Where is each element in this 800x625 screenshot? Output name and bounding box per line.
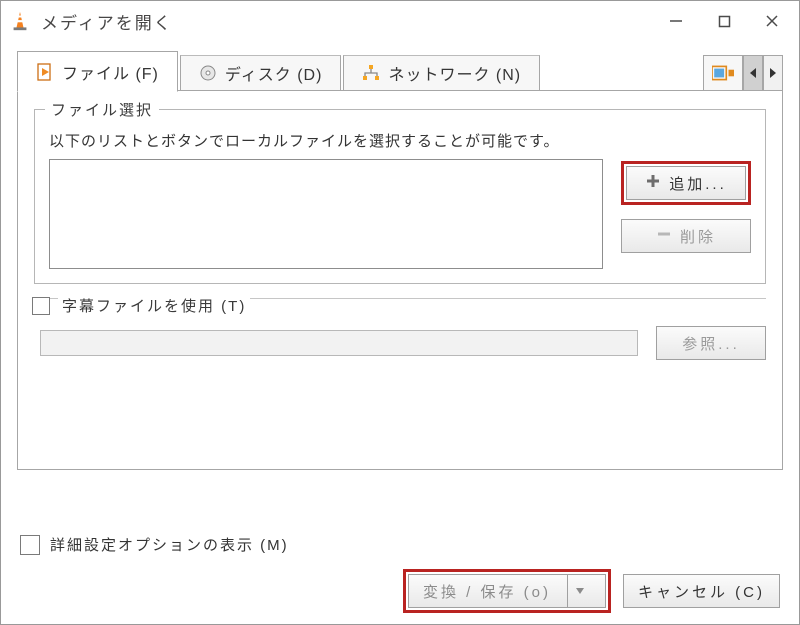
subtitle-checkbox-label: 字幕ファイルを使用 (T): [58, 295, 250, 316]
tab-label: ネットワーク (N): [388, 61, 521, 85]
button-label: 削除: [680, 226, 716, 247]
advanced-options-checkbox[interactable]: [20, 535, 40, 555]
tab-capture[interactable]: [703, 55, 743, 91]
tab-network[interactable]: ネットワーク (N): [343, 55, 540, 91]
subtitle-path-input: [40, 330, 638, 356]
tab-scroll-right[interactable]: [763, 55, 783, 91]
titlebar: メディアを開く: [1, 1, 799, 41]
remove-file-button[interactable]: 削除: [621, 219, 751, 253]
tab-scroll-left[interactable]: [743, 55, 763, 91]
tab-panel-file: ファイル選択 以下のリストとボタンでローカルファイルを選択することが可能です。 …: [17, 90, 783, 470]
highlight-convert: 変換 / 保存 (o): [403, 569, 611, 613]
tab-label: ディスク (D): [225, 61, 323, 85]
button-label: キャンセル (C): [638, 581, 765, 602]
tab-disc[interactable]: ディスク (D): [180, 55, 342, 91]
maximize-button[interactable]: [701, 4, 747, 38]
button-label: 参照...: [682, 333, 740, 354]
subtitle-section: 字幕ファイルを使用 (T) 参照...: [34, 287, 766, 360]
file-help-text: 以下のリストとボタンでローカルファイルを選択することが可能です。: [49, 130, 751, 151]
minimize-button[interactable]: [653, 4, 699, 38]
subtitle-browse-button[interactable]: 参照...: [656, 326, 766, 360]
subtitle-checkbox[interactable]: [32, 297, 50, 315]
highlight-add: 追加...: [621, 161, 751, 205]
convert-save-button[interactable]: 変換 / 保存 (o): [408, 574, 606, 608]
minus-icon: [656, 226, 672, 246]
chevron-down-icon[interactable]: [567, 575, 591, 607]
button-label: 追加...: [669, 173, 727, 194]
file-list[interactable]: [49, 159, 603, 269]
file-play-icon: [36, 63, 54, 81]
network-icon: [362, 64, 380, 82]
add-file-button[interactable]: 追加...: [626, 166, 746, 200]
tab-strip: ファイル (F) ディスク (D) ネットワーク (N): [17, 51, 783, 91]
plus-icon: [645, 173, 661, 193]
app-icon: [9, 10, 31, 32]
cancel-button[interactable]: キャンセル (C): [623, 574, 780, 608]
tab-label: ファイル (F): [62, 60, 159, 84]
tab-file[interactable]: ファイル (F): [17, 51, 178, 92]
advanced-options-label: 詳細設定オプションの表示 (M): [50, 534, 289, 555]
file-selection-group: ファイル選択 以下のリストとボタンでローカルファイルを選択することが可能です。 …: [34, 109, 766, 284]
close-button[interactable]: [749, 4, 795, 38]
group-legend: ファイル選択: [45, 99, 159, 120]
window-title: メディアを開く: [41, 9, 653, 34]
disc-icon: [199, 64, 217, 82]
button-label: 変換 / 保存 (o): [423, 581, 551, 602]
